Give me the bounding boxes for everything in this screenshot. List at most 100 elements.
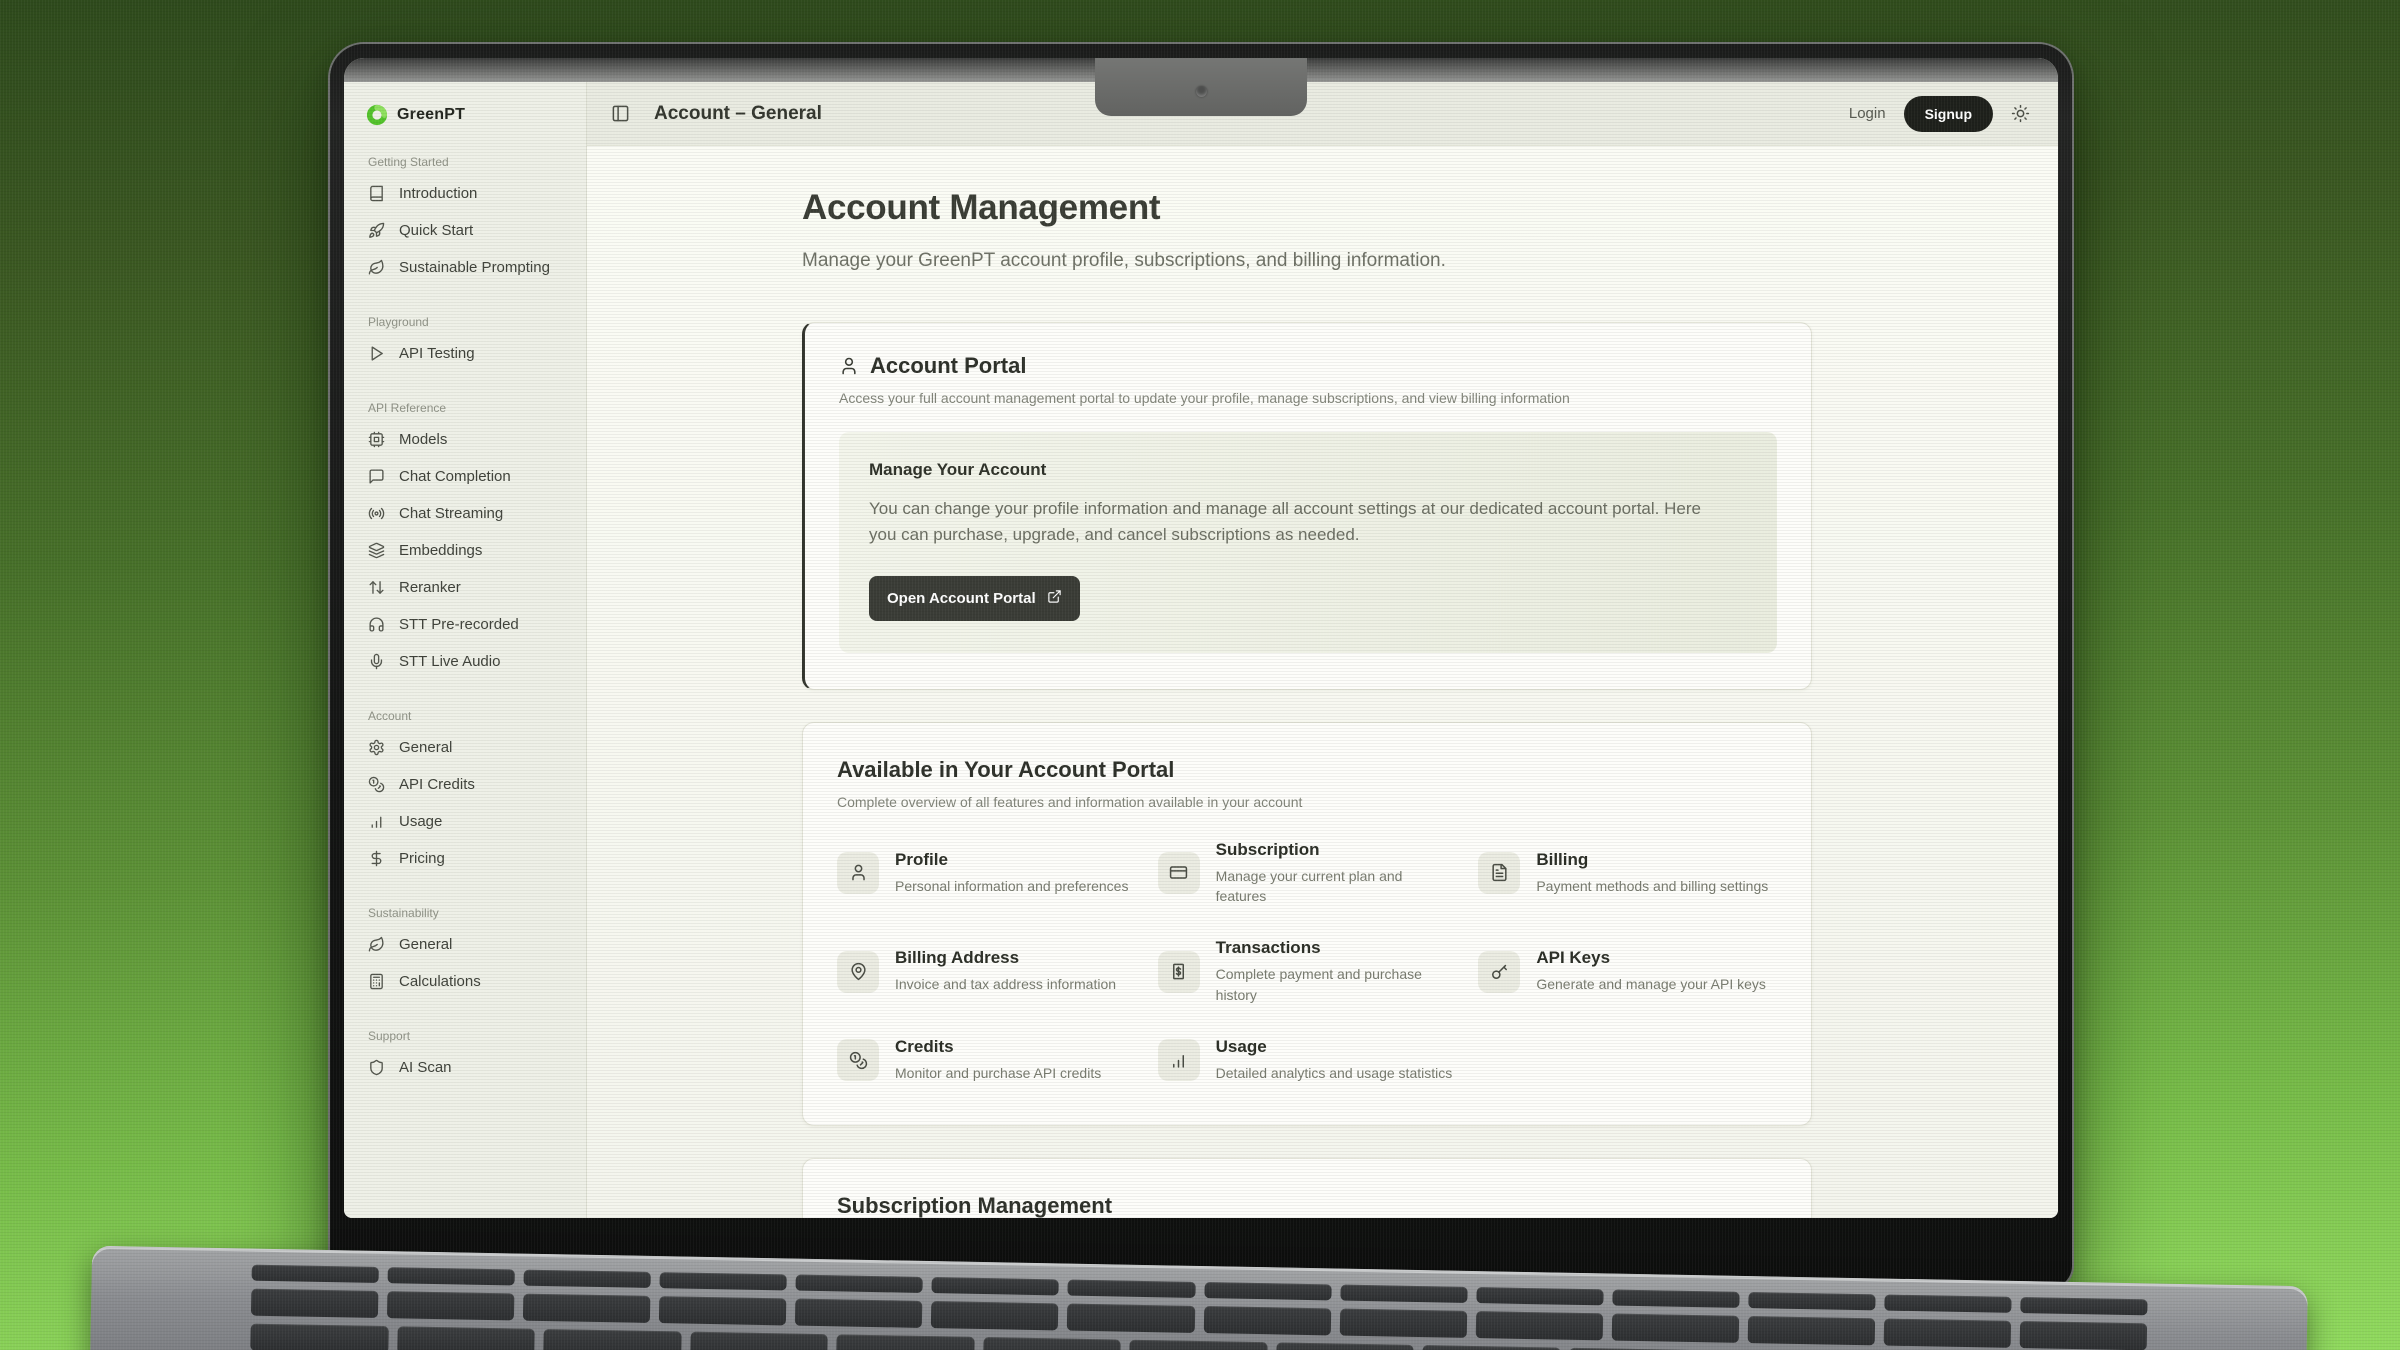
features-grid: ProfilePersonal information and preferen… [837,840,1777,1083]
leaf-icon [368,936,385,953]
sidebar-item-chat-streaming[interactable]: Chat Streaming [364,495,572,532]
keyboard-key [2020,1297,2147,1315]
mic-icon [368,653,385,670]
receipt-icon [1158,951,1200,993]
feature-profile: ProfilePersonal information and preferen… [837,840,1136,907]
sidebar-item-pricing[interactable]: Pricing [364,840,572,877]
feature-title: Billing Address [895,948,1116,968]
dollar-icon [368,850,385,867]
feature-description: Monitor and purchase API credits [895,1063,1101,1083]
sidebar-item-label: Sustainable Prompting [399,259,550,276]
feature-text: Subscription Manage your current plan and… [1216,840,1457,907]
account-portal-card: Account Portal Access your full account … [802,322,1812,690]
sidebar-item-usage[interactable]: Usage [364,803,572,840]
keyboard-key [1339,1309,1467,1338]
sidebar-nav: Getting Started IntroductionQuick Start Su… [364,155,572,1086]
keyboard-key [397,1326,535,1350]
keyboard-key [1340,1285,1467,1303]
shield-icon [368,1059,385,1076]
sidebar-section-getting-started: Getting Started IntroductionQuick Start Su… [364,155,572,286]
sidebar-section-account: AccountGeneralAPI CreditsUsagePricing [364,709,572,877]
theme-toggle-sun-icon[interactable] [2011,104,2030,123]
login-link[interactable]: Login [1849,105,1886,122]
sidebar-item-stt-pre-recorded[interactable]: STT Pre-recorded [364,606,572,643]
keyboard-key [387,1291,515,1320]
rocket-icon [368,222,385,239]
sidebar-item-general[interactable]: General [364,729,572,766]
sidebar-item-reranker[interactable]: Reranker [364,569,572,606]
sidebar-item-sustainable-prompting[interactable]: Sustainable Prompting [364,249,572,286]
sidebar-item-chat-completion[interactable]: Chat Completion [364,458,572,495]
sidebar-item-label: Chat Streaming [399,505,503,522]
page-title: Account Management [802,188,2058,228]
feature-billing: BillingPayment methods and billing setti… [1478,840,1777,907]
sidebar-section-sustainability: SustainabilityGeneralCalculations [364,906,572,1000]
sidebar-item-stt-live-audio[interactable]: STT Live Audio [364,643,572,680]
open-account-portal-button[interactable]: Open Account Portal [869,576,1080,621]
keyboard-key [1203,1306,1331,1335]
keyboard-key [983,1337,1121,1350]
sidebar: GreenPT Getting Started IntroductionQuick… [344,82,587,1218]
feature-billing-address: Billing Address Invoice and tax address i… [837,938,1136,1005]
coins-icon [837,1039,879,1081]
feature-text: CreditsMonitor and purchase API credits [895,1037,1101,1083]
feature-subscription: Subscription Manage your current plan and… [1158,840,1457,907]
feature-description: Invoice and tax address information [895,974,1116,994]
feature-text: UsageDetailed analytics and usage statis… [1216,1037,1453,1083]
sidebar-section-label: API Reference [364,401,572,415]
sidebar-item-quick-start[interactable]: Quick Start [364,212,572,249]
feature-text: ProfilePersonal information and preferen… [895,850,1128,896]
sidebar-toggle-icon[interactable] [611,104,630,123]
keyboard-key [1475,1311,1603,1340]
feature-text: BillingPayment methods and billing setti… [1536,850,1768,896]
bars-icon [368,813,385,830]
app-window: GreenPT Getting Started IntroductionQuick… [344,82,2058,1218]
features-card-subtitle: Complete overview of all features and in… [837,794,1777,810]
sidebar-item-label: Pricing [399,850,445,867]
book-icon [368,185,385,202]
feature-title: Billing [1536,850,1768,870]
sidebar-item-ai-scan[interactable]: AI Scan [364,1049,572,1086]
sidebar-item-label: AI Scan [399,1059,452,1076]
arrows-icon [368,579,385,596]
signup-button[interactable]: Signup [1904,96,1993,132]
external-link-icon [1047,589,1062,608]
feature-title: Transactions [1216,938,1457,958]
keyboard-key [252,1265,379,1283]
feature-description: Manage your current plan and features [1216,866,1457,907]
file-icon [1478,852,1520,894]
sidebar-item-calculations[interactable]: Calculations [364,963,572,1000]
sidebar-item-label: Calculations [399,973,481,990]
sidebar-section-label: Getting Started [364,155,572,169]
sidebar-item-api-testing[interactable]: API Testing [364,335,572,372]
feature-description: Detailed analytics and usage statistics [1216,1063,1453,1083]
feature-description: Generate and manage your API keys [1536,974,1766,994]
keyboard-key [388,1267,515,1285]
subscription-management-card: Subscription Management [802,1158,1812,1218]
feature-text: TransactionsComplete payment and purchas… [1216,938,1457,1005]
keyboard-key [795,1299,923,1328]
cpu-icon [368,431,385,448]
feature-title: Subscription [1216,840,1457,860]
manage-account-body: You can change your profile information … [869,496,1729,549]
keyboard-key [1204,1282,1331,1300]
keyboard-key [1129,1340,1267,1350]
sidebar-section-label: Playground [364,315,572,329]
sidebar-item-label: STT Pre-recorded [399,616,519,633]
camera-dot [1196,86,1207,97]
sidebar-item-introduction[interactable]: Introduction [364,175,572,212]
sidebar-item-api-credits[interactable]: API Credits [364,766,572,803]
sidebar-item-models[interactable]: Models [364,421,572,458]
sidebar-item-embeddings[interactable]: Embeddings [364,532,572,569]
sidebar-item-general[interactable]: General [364,926,572,963]
sidebar-item-label: STT Live Audio [399,653,500,670]
sidebar-item-label: Usage [399,813,442,830]
open-account-portal-label: Open Account Portal [887,590,1036,607]
sidebar-item-label: Embeddings [399,542,482,559]
brand-logo[interactable]: GreenPT [364,100,572,126]
feature-title: Profile [895,850,1128,870]
background-gradient: GreenPT Getting Started IntroductionQuick… [0,0,2400,1350]
keyboard-key [690,1332,828,1350]
keyboard-key [659,1296,787,1325]
sidebar-item-label: Models [399,431,447,448]
